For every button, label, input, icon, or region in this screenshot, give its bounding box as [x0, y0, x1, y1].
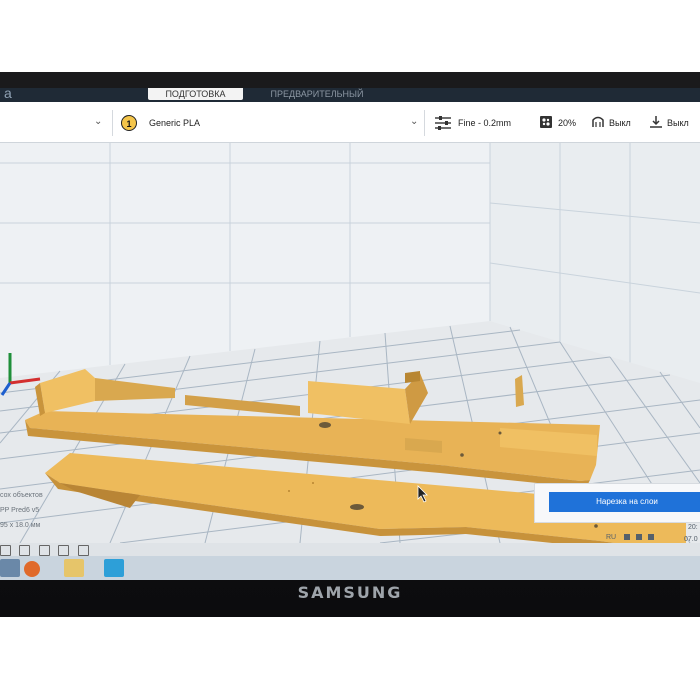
- support-icon[interactable]: [590, 114, 606, 130]
- tab-prepare[interactable]: ПОДГОТОВКА: [148, 88, 243, 100]
- profile-sliders-icon[interactable]: [434, 114, 452, 132]
- view-right-icon[interactable]: [77, 545, 89, 556]
- media-player-icon[interactable]: [24, 561, 40, 577]
- slice-button[interactable]: Нарезка на слои: [549, 492, 700, 512]
- extruder-badge[interactable]: 1: [121, 115, 137, 131]
- cura-taskbar-icon[interactable]: [104, 559, 124, 577]
- view-front-icon[interactable]: [19, 545, 31, 556]
- stage-header: a ПОДГОТОВКА ПРЕДВАРИТЕЛЬНЫЙ ПРОСМОТР: [0, 88, 700, 111]
- view-top-icon[interactable]: [38, 545, 50, 556]
- printer-name-text: PP Pred6 v5: [0, 507, 40, 514]
- battery-icon: [648, 534, 654, 540]
- dimensions-text: 95 x 18.0 мм: [0, 522, 41, 529]
- infill-icon[interactable]: [538, 114, 554, 130]
- file-explorer-icon[interactable]: [64, 559, 84, 577]
- view-buttons: [0, 543, 93, 556]
- taskbar: [0, 556, 700, 580]
- tab-preview[interactable]: ПРЕДВАРИТЕЛЬНЫЙ ПРОСМОТР: [262, 88, 372, 111]
- support-label[interactable]: Выкл: [609, 116, 631, 130]
- start-icon[interactable]: [0, 559, 20, 577]
- material-label[interactable]: Generic PLA: [149, 116, 200, 130]
- app-logo: a: [4, 88, 12, 101]
- profile-label[interactable]: Fine - 0.2mm: [458, 116, 511, 130]
- tray-icons: [624, 534, 654, 540]
- clock-date: 07.0: [684, 536, 698, 543]
- view-3d-icon[interactable]: [0, 545, 11, 556]
- adhesion-icon[interactable]: [648, 114, 664, 130]
- language-indicator[interactable]: RU: [606, 534, 616, 541]
- monitor-brand: SAMSUNG: [297, 583, 403, 602]
- adhesion-label[interactable]: Выкл: [667, 116, 689, 130]
- volume-icon: [636, 534, 642, 540]
- divider: [424, 110, 425, 136]
- divider: [112, 110, 113, 136]
- infill-label[interactable]: 20%: [558, 116, 576, 130]
- slice-panel: Нарезка на слои: [534, 483, 700, 523]
- print-setup-toolbar: ⌄ 1 Generic PLA ⌄ Fine - 0.2mm 20% Выкл …: [0, 102, 700, 143]
- chevron-down-icon[interactable]: ⌄: [94, 117, 102, 127]
- screen: a ПОДГОТОВКА ПРЕДВАРИТЕЛЬНЫЙ ПРОСМОТР ⌄ …: [0, 88, 700, 580]
- chevron-down-icon[interactable]: ⌄: [410, 117, 418, 127]
- view-left-icon[interactable]: [58, 545, 70, 556]
- network-icon: [624, 534, 630, 540]
- object-count-text: сох объектов: [0, 492, 43, 499]
- clock-time: 20:: [688, 524, 698, 531]
